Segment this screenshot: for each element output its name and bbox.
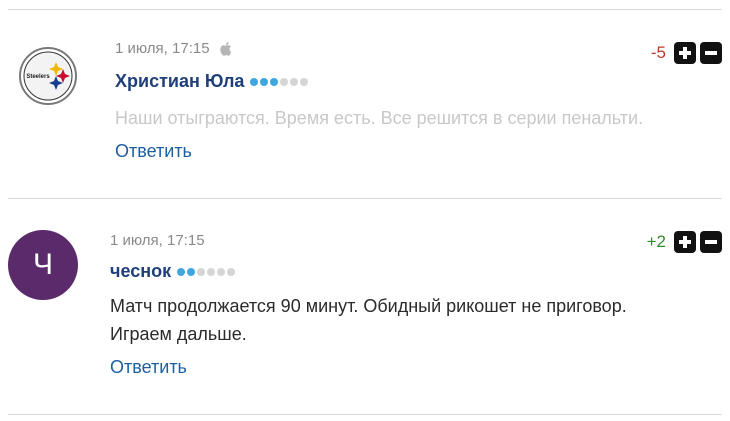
plus-icon[interactable] xyxy=(674,42,696,64)
rating-dot xyxy=(217,267,226,276)
comment-meta: 1 июля, 17:15 xyxy=(115,40,233,57)
rating-dot xyxy=(280,77,289,86)
rating-dot xyxy=(290,77,299,86)
rating-dot xyxy=(250,77,259,86)
comment-author-row: Христиан Юла xyxy=(115,71,309,92)
avatar-letter: Ч xyxy=(33,248,53,281)
rating-dot xyxy=(270,77,279,86)
steelers-logo-text: Steelers xyxy=(26,74,50,80)
rating-dot xyxy=(197,267,206,276)
rating-dot xyxy=(177,267,186,276)
comment-item: Steelers 1 июля, 17:15 Христиан Юла Наши… xyxy=(0,10,730,198)
reply-button[interactable]: Ответить xyxy=(115,141,192,162)
avatar[interactable]: Ч xyxy=(8,230,78,300)
user-rating-dots xyxy=(250,77,309,86)
minus-icon[interactable] xyxy=(700,231,722,253)
rating-dot xyxy=(260,77,269,86)
apple-icon xyxy=(219,42,231,56)
comment-date: 1 июля, 17:15 xyxy=(110,232,205,249)
rating-dot xyxy=(300,77,309,86)
bottom-divider xyxy=(8,414,722,415)
vote-controls: +2 xyxy=(647,231,722,253)
avatar[interactable]: Steelers xyxy=(19,47,77,105)
comment-meta: 1 июля, 17:15 xyxy=(110,232,205,249)
comment-author[interactable]: Христиан Юла xyxy=(115,71,244,92)
user-rating-dots xyxy=(177,267,236,276)
comment-text: Наши отыграются. Время есть. Все решится… xyxy=(115,108,644,128)
vote-controls: -5 xyxy=(651,42,722,64)
comment-text-line: Матч продолжается 90 минут. Обидный рико… xyxy=(110,296,627,316)
comment-text-line: Играем дальше. xyxy=(110,324,247,344)
steelers-logo-icon: Steelers xyxy=(19,47,77,105)
comment-item: Ч 1 июля, 17:15 чеснок Матч продолжается… xyxy=(0,199,730,415)
rating-dot xyxy=(187,267,196,276)
reply-button[interactable]: Ответить xyxy=(110,357,187,378)
comment-score: +2 xyxy=(646,232,666,251)
rating-dot xyxy=(227,267,236,276)
comment-date: 1 июля, 17:15 xyxy=(115,40,210,57)
plus-icon[interactable] xyxy=(674,231,696,253)
comment-author-row: чеснок xyxy=(110,261,236,282)
comment-score: -5 xyxy=(650,43,666,62)
comment-text: Матч продолжается 90 минут. Обидный рико… xyxy=(110,292,627,348)
rating-dot xyxy=(207,267,216,276)
comment-author[interactable]: чеснок xyxy=(110,261,171,282)
minus-icon[interactable] xyxy=(700,42,722,64)
